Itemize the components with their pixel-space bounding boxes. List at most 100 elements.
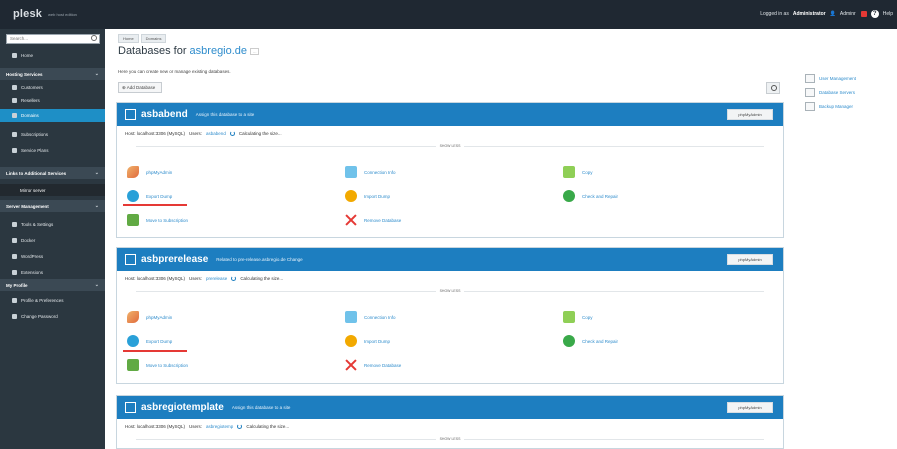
import-dump-action[interactable]: Import Dump xyxy=(345,190,390,202)
export-dump-action[interactable]: Export Dump xyxy=(127,335,172,347)
sidebar-section-hosting-services[interactable]: Hosting Services ⌄ xyxy=(0,68,105,80)
tools-icon xyxy=(12,222,17,227)
sidebar-item-customers[interactable]: Customers xyxy=(0,81,105,94)
title-tag: ... xyxy=(250,47,260,55)
action-label: Connection Info xyxy=(364,169,396,175)
remove-database-action[interactable]: Remove Database xyxy=(345,359,401,371)
notification-badge[interactable] xyxy=(860,11,867,17)
service-plans-icon xyxy=(12,148,17,153)
section-label: Server Management xyxy=(6,203,49,209)
show-less-toggle[interactable]: SHOW LESS xyxy=(117,289,783,293)
help-icon[interactable]: ? xyxy=(870,10,879,18)
phpmyadmin-action[interactable]: phpMyAdmin xyxy=(127,311,172,323)
show-less-toggle[interactable]: SHOW LESS xyxy=(117,437,783,441)
user-link[interactable]: asbregiotemp xyxy=(206,424,233,429)
sidebar-item-label: Change Password xyxy=(21,314,58,319)
chevron-down-icon[interactable]: ⌄ xyxy=(95,71,99,77)
connection-info-icon xyxy=(345,166,357,178)
sidebar-item-resellers[interactable]: Resellers xyxy=(0,94,105,107)
phpmyadmin-button[interactable]: phpMyAdmin xyxy=(727,402,773,413)
logged-in-user-link[interactable]: Administrator xyxy=(793,11,826,17)
sidebar-item-home[interactable]: Home xyxy=(0,49,105,62)
database-servers-icon xyxy=(805,88,815,97)
sidebar-item-extensions[interactable]: Extensions xyxy=(0,266,105,279)
move-subscription-icon xyxy=(127,359,139,371)
sidebar-section-links-to-additional-services[interactable]: Links to Additional Services ⌄ xyxy=(0,167,105,179)
assign-site-link[interactable]: Assign this database to a site xyxy=(232,405,291,410)
section-label: Links to Additional Services xyxy=(6,170,67,176)
move-to-subscription-action[interactable]: Move to Subscription xyxy=(127,359,188,371)
database-info: Host: localhost:3306 (MySQL) Users: prerel… xyxy=(125,276,283,281)
sidebar-item-profile-preferences[interactable]: Profile & Preferences xyxy=(0,294,105,307)
breadcrumb-domains[interactable]: Domains xyxy=(140,34,167,43)
plesk-logo[interactable]: plesk xyxy=(13,8,42,20)
copy-action[interactable]: Copy xyxy=(563,311,593,323)
phpmyadmin-icon xyxy=(127,311,139,323)
show-less-toggle[interactable]: SHOW LESS xyxy=(117,144,783,148)
phpmyadmin-action[interactable]: phpMyAdmin xyxy=(127,166,172,178)
sidebar-item-change-password[interactable]: Change Password xyxy=(0,310,105,323)
assign-site-link[interactable]: Assign this database to a site xyxy=(196,112,255,117)
domain-link[interactable]: asbregio.de xyxy=(190,45,248,57)
sidebar-item-subscriptions[interactable]: Subscriptions xyxy=(0,128,105,141)
sidebar-item-service-plans[interactable]: Service Plans xyxy=(0,144,105,157)
action-label: Remove Database xyxy=(364,362,402,368)
export-dump-icon xyxy=(127,190,139,202)
sidebar-item-docker[interactable]: Docker xyxy=(0,234,105,247)
check-repair-action[interactable]: Check and Repair xyxy=(563,190,618,202)
account-link[interactable]: Adminr xyxy=(840,11,856,17)
section-label: Hosting Services xyxy=(6,71,43,77)
database-name[interactable]: asbabend xyxy=(141,109,188,120)
subscriptions-icon xyxy=(12,132,17,137)
move-to-subscription-action[interactable]: Move to Subscription xyxy=(127,214,188,226)
copy-action[interactable]: Copy xyxy=(563,166,593,178)
database-servers-label: Database Servers xyxy=(819,90,856,95)
logged-in-label: Logged in as xyxy=(760,11,789,17)
connection-info-action[interactable]: Connection Info xyxy=(345,166,396,178)
customers-icon xyxy=(12,85,17,90)
docker-icon xyxy=(12,238,17,243)
export-dump-action[interactable]: Export Dump xyxy=(127,190,172,202)
connection-info-action[interactable]: Connection Info xyxy=(345,311,396,323)
connection-info-icon xyxy=(345,311,357,323)
chevron-down-icon[interactable]: ⌄ xyxy=(95,170,99,176)
database-name[interactable]: asbregiotemplate xyxy=(141,402,224,413)
search-filter-icon[interactable] xyxy=(766,82,780,94)
user-management-link[interactable]: User Management xyxy=(805,74,893,83)
user-management-label: User Management xyxy=(819,76,857,81)
sidebar-section-my-profile[interactable]: My Profile ⌄ xyxy=(0,279,105,291)
breadcrumb-home[interactable]: Home xyxy=(118,34,139,43)
section-label: My Profile xyxy=(6,282,28,288)
check-repair-action[interactable]: Check and Repair xyxy=(563,335,618,347)
related-domain-link[interactable]: Related to pre-release.asbregio.de Chang… xyxy=(216,257,302,262)
import-dump-action[interactable]: Import Dump xyxy=(345,335,390,347)
users-label: Users: xyxy=(189,131,203,136)
sidebar-item-tools-settings[interactable]: Tools & Settings xyxy=(0,218,105,231)
sidebar-item-wordpress[interactable]: WordPress xyxy=(0,250,105,263)
database-card-asbabend: asbabend Assign this database to a site … xyxy=(116,102,784,238)
top-bar: plesk web host edition Logged in as Admi… xyxy=(0,0,897,29)
add-database-button[interactable]: ⊕ Add Database xyxy=(118,82,162,93)
phpmyadmin-button[interactable]: phpMyAdmin xyxy=(727,254,773,265)
sidebar-section-server-management[interactable]: Server Management ⌄ xyxy=(0,200,105,212)
database-servers-link[interactable]: Database Servers xyxy=(805,88,893,97)
highlight-underline xyxy=(123,204,187,206)
chevron-down-icon[interactable]: ⌄ xyxy=(95,203,99,209)
remove-database-action[interactable]: Remove Database xyxy=(345,214,401,226)
sidebar-item-domains[interactable]: Domains xyxy=(0,109,105,122)
database-name[interactable]: asbprerelease xyxy=(141,254,208,265)
user-link[interactable]: prerelease xyxy=(206,276,227,281)
search-input[interactable]: Search... xyxy=(10,36,28,41)
sidebar-item-label: Docker xyxy=(21,238,36,243)
user-link[interactable]: asbabend xyxy=(206,131,226,136)
account-icon[interactable]: 👤 xyxy=(830,11,836,17)
chevron-down-icon[interactable]: ⌄ xyxy=(95,282,99,288)
sidebar-search[interactable]: Search... xyxy=(6,34,100,44)
resellers-icon xyxy=(12,98,17,103)
backup-manager-link[interactable]: Backup Manager xyxy=(805,102,893,111)
phpmyadmin-button[interactable]: phpMyAdmin xyxy=(727,109,773,120)
search-icon[interactable] xyxy=(91,35,97,41)
sidebar-item-mirror-server[interactable]: Mirror server xyxy=(0,184,105,196)
home-icon xyxy=(12,53,17,58)
help-link[interactable]: Help xyxy=(883,11,893,17)
